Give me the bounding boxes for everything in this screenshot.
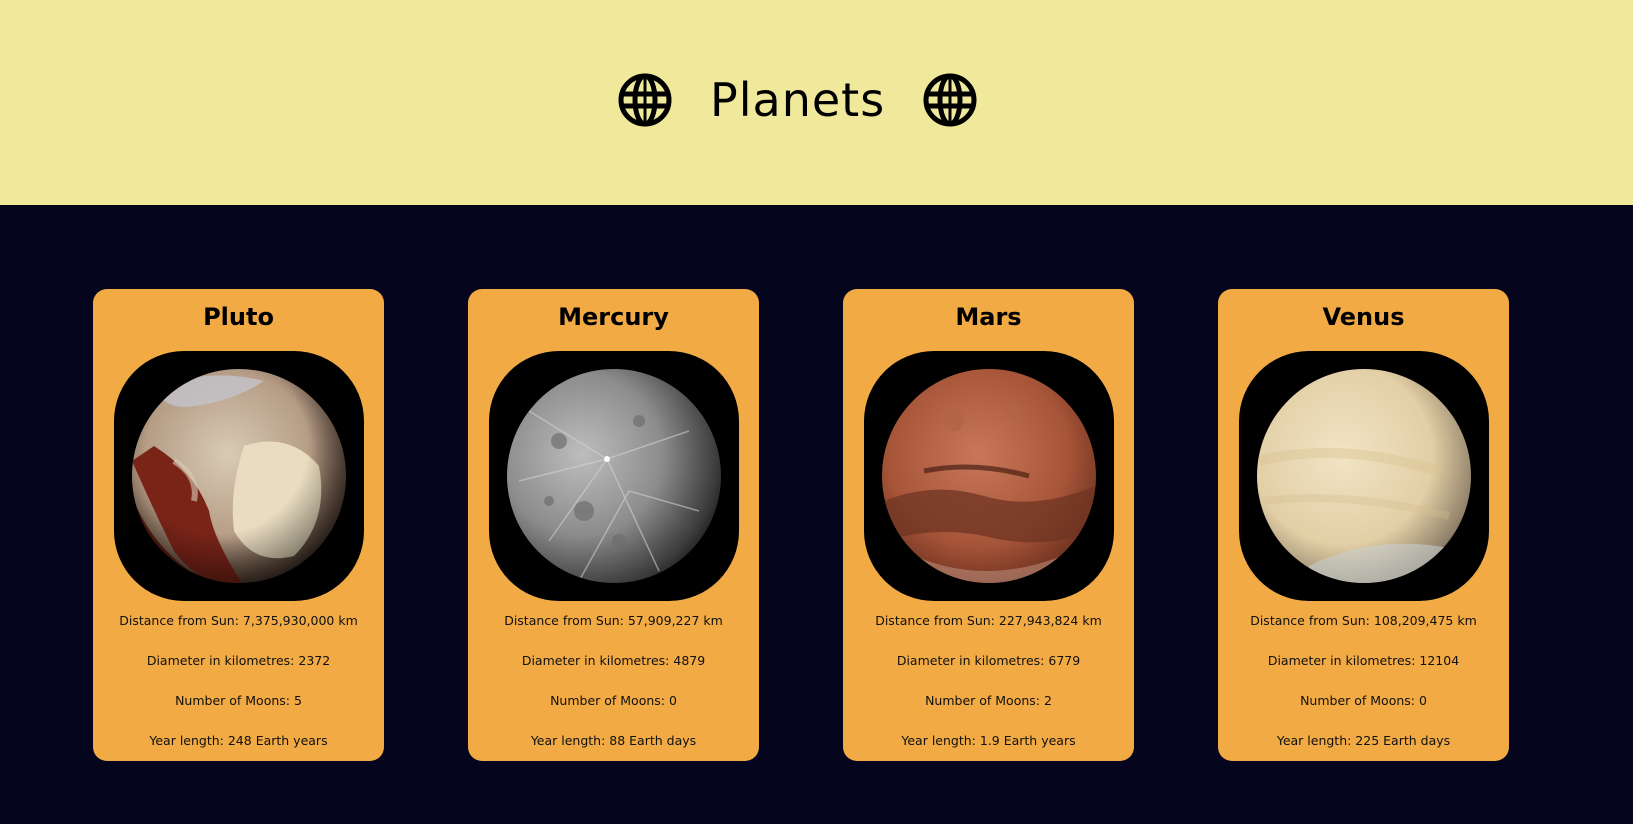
year-length-stat: Year length: 248 Earth years	[149, 733, 328, 748]
header-title-group: Planets	[618, 72, 977, 128]
planet-name: Pluto	[203, 303, 274, 331]
planet-name: Mercury	[558, 303, 669, 331]
moons-stat: Number of Moons: 0	[550, 693, 677, 708]
planet-card-pluto: Pluto Distance from Sun: 7,375,930,000 k…	[93, 289, 384, 761]
page-header: Planets	[0, 0, 1633, 205]
moons-stat: Number of Moons: 5	[175, 693, 302, 708]
distance-stat: Distance from Sun: 7,375,930,000 km	[119, 613, 358, 628]
year-length-stat: Year length: 1.9 Earth years	[901, 733, 1076, 748]
distance-stat: Distance from Sun: 227,943,824 km	[875, 613, 1102, 628]
planet-name: Mars	[955, 303, 1022, 331]
planet-image-pluto	[114, 351, 364, 601]
diameter-stat: Diameter in kilometres: 4879	[521, 653, 706, 668]
page-title: Planets	[710, 73, 886, 127]
diameter-stat: Diameter in kilometres: 12104	[1267, 653, 1460, 668]
globe-icon	[618, 73, 672, 127]
distance-stat: Distance from Sun: 57,909,227 km	[504, 613, 723, 628]
planet-image-mars	[864, 351, 1114, 601]
globe-icon	[923, 73, 977, 127]
planet-card-mars: Mars Distance from Sun: 227,943,824 km D…	[843, 289, 1134, 761]
distance-stat: Distance from Sun: 108,209,475 km	[1250, 613, 1477, 628]
planet-image-mercury	[489, 351, 739, 601]
planet-card-mercury: Mercury Distance from Sun: 57,909,227 km…	[468, 289, 759, 761]
planet-name: Venus	[1322, 303, 1405, 331]
moons-stat: Number of Moons: 0	[1300, 693, 1427, 708]
planet-image-venus	[1239, 351, 1489, 601]
year-length-stat: Year length: 88 Earth days	[530, 733, 697, 748]
moons-stat: Number of Moons: 2	[925, 693, 1052, 708]
planet-card-venus: Venus Distance from Sun: 108,209,475 km …	[1218, 289, 1509, 761]
planet-card-grid: Pluto Distance from Sun: 7,375,930,000 k…	[0, 205, 1633, 824]
diameter-stat: Diameter in kilometres: 2372	[146, 653, 331, 668]
diameter-stat: Diameter in kilometres: 6779	[896, 653, 1081, 668]
year-length-stat: Year length: 225 Earth days	[1276, 733, 1451, 748]
